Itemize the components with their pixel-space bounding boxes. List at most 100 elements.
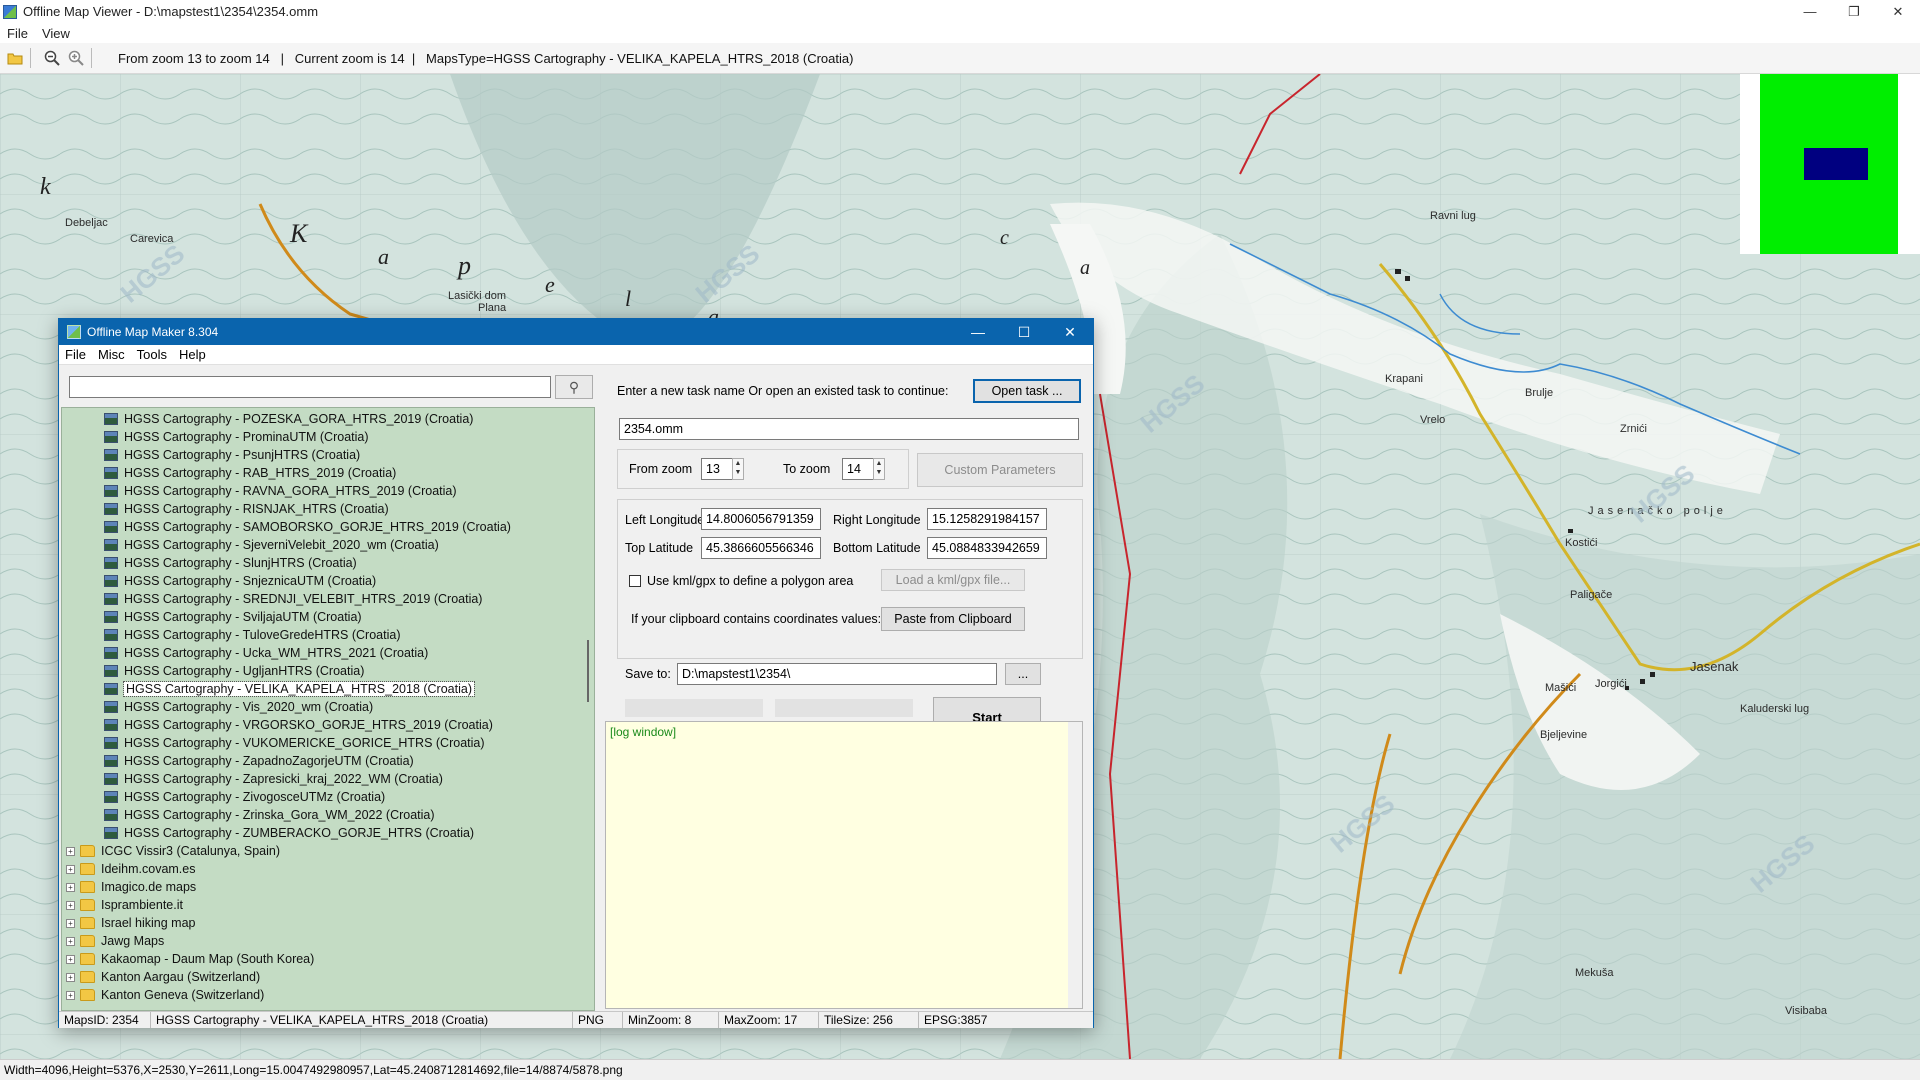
- right-longitude-field[interactable]: 15.1258291984157: [927, 508, 1047, 530]
- expand-icon[interactable]: +: [66, 936, 75, 946]
- tree-map-item[interactable]: HGSS Cartography - TuloveGredeHTRS (Croa…: [104, 626, 400, 644]
- to-zoom-input[interactable]: 14: [842, 458, 874, 480]
- menu-view[interactable]: View: [42, 26, 70, 41]
- tree-map-item[interactable]: HGSS Cartography - VELIKA_KAPELA_HTRS_20…: [104, 680, 475, 698]
- expand-icon[interactable]: +: [66, 972, 75, 982]
- tree-folder-item[interactable]: + Kanton Geneva (Switzerland): [66, 986, 264, 1004]
- tree-folder-item[interactable]: + Ideihm.covam.es: [66, 860, 195, 878]
- custom-parameters-button[interactable]: Custom Parameters: [917, 453, 1083, 487]
- tree-item-label: HGSS Cartography - Vis_2020_wm (Croatia): [124, 700, 374, 714]
- tree-map-item[interactable]: HGSS Cartography - SlunjHTRS (Croatia): [104, 554, 357, 572]
- load-kml-button[interactable]: Load a kml/gpx file...: [881, 569, 1025, 591]
- menu-help[interactable]: Help: [179, 347, 206, 362]
- svg-text:Jorgići: Jorgići: [1595, 678, 1627, 690]
- minimize-icon[interactable]: —: [1788, 0, 1832, 23]
- tree-map-item[interactable]: HGSS Cartography - Vis_2020_wm (Croatia): [104, 698, 373, 716]
- tree-folder-item[interactable]: + Kakaomap - Daum Map (South Korea): [66, 950, 314, 968]
- tree-map-item[interactable]: HGSS Cartography - ZUMBERACKO_GORJE_HTRS…: [104, 824, 474, 842]
- tree-map-item[interactable]: HGSS Cartography - PsunjHTRS (Croatia): [104, 446, 360, 464]
- tree-item-label: HGSS Cartography - TuloveGredeHTRS (Croa…: [124, 628, 401, 642]
- maker-titlebar: Offline Map Maker 8.304 — ☐ ✕: [59, 319, 1093, 345]
- maximize-icon[interactable]: ☐: [1001, 319, 1047, 345]
- expand-icon[interactable]: +: [66, 882, 75, 892]
- tree-map-item[interactable]: HGSS Cartography - RAB_HTRS_2019 (Croati…: [104, 464, 396, 482]
- tree-map-item[interactable]: HGSS Cartography - UgljanHTRS (Croatia): [104, 662, 364, 680]
- tree-folder-item[interactable]: + ICGC Vissir3 (Catalunya, Spain): [66, 842, 280, 860]
- folder-icon: [80, 935, 95, 947]
- to-zoom-spinner[interactable]: ▲ ▼: [873, 458, 885, 480]
- tree-map-item[interactable]: HGSS Cartography - RISNJAK_HTRS (Croatia…: [104, 500, 389, 518]
- save-to-field[interactable]: D:\mapstest1\2354\: [677, 663, 997, 685]
- menu-misc[interactable]: Misc: [98, 347, 125, 362]
- tree-map-item[interactable]: HGSS Cartography - SviljajaUTM (Croatia): [104, 608, 362, 626]
- expand-icon[interactable]: +: [66, 990, 75, 1000]
- map-layer-icon: [104, 629, 118, 641]
- paste-from-clipboard-button[interactable]: Paste from Clipboard: [881, 607, 1025, 631]
- expand-icon[interactable]: +: [66, 900, 75, 910]
- map-layer-icon: [104, 467, 118, 479]
- menu-file[interactable]: File: [65, 347, 86, 362]
- tree-folder-item[interactable]: + Israel hiking map: [66, 914, 196, 932]
- open-folder-icon[interactable]: [6, 49, 24, 67]
- close-icon[interactable]: ✕: [1047, 319, 1093, 345]
- coordinates-readout: Width=4096,Height=5376,X=2530,Y=2611,Lon…: [4, 1063, 623, 1077]
- search-button[interactable]: ⚲: [555, 375, 593, 399]
- tree-folder-item[interactable]: + Kanton Aargau (Switzerland): [66, 968, 260, 986]
- tree-map-item[interactable]: HGSS Cartography - VUKOMERICKE_GORICE_HT…: [104, 734, 485, 752]
- minimap-viewport[interactable]: [1804, 148, 1868, 180]
- tree-map-item[interactable]: HGSS Cartography - RAVNA_GORA_HTRS_2019 …: [104, 482, 457, 500]
- tree-map-item[interactable]: HGSS Cartography - SREDNJI_VELEBIT_HTRS_…: [104, 590, 482, 608]
- tree-map-item[interactable]: HGSS Cartography - Ucka_WM_HTRS_2021 (Cr…: [104, 644, 428, 662]
- svg-text:c: c: [1000, 227, 1009, 249]
- zoom-in-icon[interactable]: [67, 49, 85, 67]
- expand-icon[interactable]: +: [66, 918, 75, 928]
- tree-folder-item[interactable]: + Isprambiente.it: [66, 896, 183, 914]
- expand-icon[interactable]: +: [66, 864, 75, 874]
- browse-button[interactable]: ...: [1005, 663, 1041, 685]
- tree-map-item[interactable]: HGSS Cartography - SAMOBORSKO_GORJE_HTRS…: [104, 518, 511, 536]
- top-latitude-field[interactable]: 45.3866605566346: [701, 537, 821, 559]
- from-zoom-spinner[interactable]: ▲ ▼: [732, 458, 744, 480]
- tree-map-item[interactable]: HGSS Cartography - SnjeznicaUTM (Croatia…: [104, 572, 376, 590]
- tree-item-label: Kakaomap - Daum Map (South Korea): [101, 952, 315, 966]
- maker-status-bar: MapsID: 2354 HGSS Cartography - VELIKA_K…: [59, 1011, 1093, 1028]
- tree-map-item[interactable]: HGSS Cartography - Zrinska_Gora_WM_2022 …: [104, 806, 435, 824]
- tree-map-item[interactable]: HGSS Cartography - VRGORSKO_GORJE_HTRS_2…: [104, 716, 493, 734]
- minimap[interactable]: [1740, 74, 1920, 254]
- tree-item-label: Imagico.de maps: [101, 880, 197, 894]
- tree-item-label: HGSS Cartography - SAMOBORSKO_GORJE_HTRS…: [124, 520, 511, 534]
- log-window[interactable]: [log window]: [605, 721, 1083, 1009]
- tree-map-item[interactable]: HGSS Cartography - ProminaUTM (Croatia): [104, 428, 369, 446]
- close-icon[interactable]: ✕: [1876, 0, 1920, 23]
- map-type-tree[interactable]: HGSS Cartography - POZESKA_GORA_HTRS_201…: [61, 407, 595, 1011]
- tree-folder-item[interactable]: + Imagico.de maps: [66, 878, 196, 896]
- restore-icon[interactable]: ❐: [1832, 0, 1876, 23]
- menu-file[interactable]: File: [7, 26, 28, 41]
- tree-folder-item[interactable]: + Jawg Maps: [66, 932, 164, 950]
- tree-scrollbar-thumb[interactable]: [587, 640, 589, 702]
- tree-map-item[interactable]: HGSS Cartography - Zapresicki_kraj_2022_…: [104, 770, 443, 788]
- zoom-out-icon[interactable]: [43, 49, 61, 67]
- task-name-field[interactable]: 2354.omm: [619, 418, 1079, 440]
- use-kml-label: Use kml/gpx to define a polygon area: [647, 574, 854, 588]
- tree-map-item[interactable]: HGSS Cartography - POZESKA_GORA_HTRS_201…: [104, 410, 473, 428]
- bottom-latitude-field[interactable]: 45.0884833942659: [927, 537, 1047, 559]
- tree-map-item[interactable]: HGSS Cartography - SjeverniVelebit_2020_…: [104, 536, 439, 554]
- search-input[interactable]: [69, 376, 551, 398]
- tree-map-item[interactable]: HGSS Cartography - ZivogosceUTMz (Croati…: [104, 788, 385, 806]
- tree-item-label: HGSS Cartography - SjeverniVelebit_2020_…: [124, 538, 439, 552]
- use-kml-checkbox[interactable]: [629, 575, 641, 587]
- menu-tools[interactable]: Tools: [137, 347, 167, 362]
- from-zoom-input[interactable]: 13: [701, 458, 733, 480]
- open-task-button[interactable]: Open task ...: [973, 379, 1081, 403]
- expand-icon[interactable]: +: [66, 846, 75, 856]
- tree-item-label: HGSS Cartography - ZivogosceUTMz (Croati…: [124, 790, 386, 804]
- tree-scrollbar[interactable]: [584, 408, 594, 1010]
- tree-item-label: Israel hiking map: [101, 916, 196, 930]
- left-longitude-field[interactable]: 14.8006056791359: [701, 508, 821, 530]
- minimize-icon[interactable]: —: [955, 319, 1001, 345]
- progress-bar-2: [775, 699, 913, 717]
- log-scrollbar[interactable]: [1068, 722, 1082, 1008]
- tree-map-item[interactable]: HGSS Cartography - ZapadnoZagorjeUTM (Cr…: [104, 752, 414, 770]
- expand-icon[interactable]: +: [66, 954, 75, 964]
